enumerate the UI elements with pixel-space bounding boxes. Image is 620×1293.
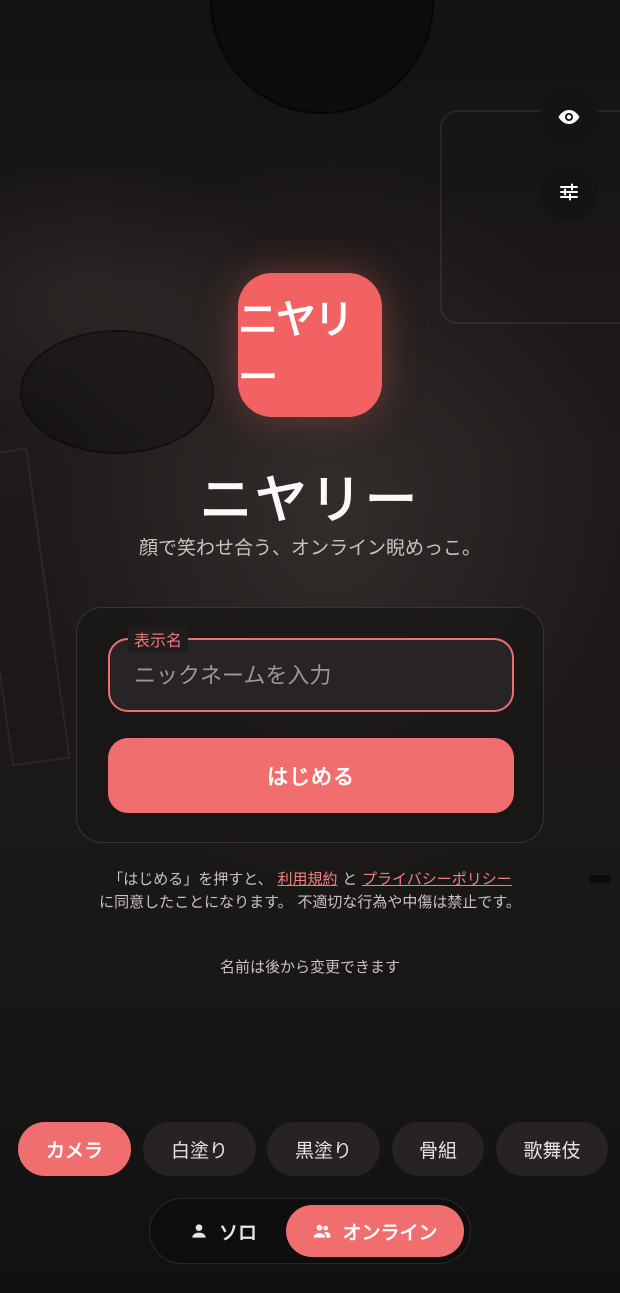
- filter-chip-black-paint[interactable]: 黒塗り: [267, 1122, 380, 1176]
- online-mode-button[interactable]: オンライン: [286, 1205, 464, 1257]
- display-name-input[interactable]: [132, 640, 496, 712]
- display-name-field[interactable]: 表示名: [108, 627, 514, 712]
- terms-and: と: [342, 870, 358, 888]
- app-tagline: 顔で笑わせ合う、オンライン睨めっこ。: [138, 537, 481, 559]
- background-shape: [590, 875, 610, 883]
- app-logo: ニヤリー: [238, 273, 382, 417]
- group-icon: [314, 1224, 331, 1238]
- sliders-icon: [560, 183, 578, 201]
- terms-of-service-link[interactable]: 利用規約: [277, 870, 337, 888]
- online-mode-label: オンライン: [342, 1221, 438, 1244]
- person-icon: [192, 1224, 206, 1238]
- filter-selector: カメラ 白塗り 黒塗り 骨組 歌舞伎: [0, 1122, 620, 1176]
- filter-chip-camera[interactable]: カメラ: [18, 1122, 131, 1176]
- background-shape: [210, 0, 434, 114]
- eye-icon: [558, 110, 580, 124]
- filter-chip-skeleton[interactable]: 骨組: [392, 1122, 484, 1176]
- mode-switch: ソロ オンライン: [149, 1198, 471, 1264]
- background-shape: [20, 330, 214, 454]
- login-card: 表示名 はじめる: [76, 607, 544, 843]
- preview-toggle-button[interactable]: [540, 88, 598, 146]
- solo-mode-label: ソロ: [218, 1221, 257, 1244]
- filter-chip-kabuki[interactable]: 歌舞伎: [496, 1122, 608, 1176]
- terms-prefix: 「はじめる」を押すと、: [108, 870, 273, 888]
- filter-chip-white-paint[interactable]: 白塗り: [143, 1122, 256, 1176]
- logo-text: ニヤリー: [238, 297, 354, 401]
- privacy-policy-link[interactable]: プライバシーポリシー: [362, 870, 512, 888]
- start-button[interactable]: はじめる: [108, 738, 514, 813]
- background-shape: [440, 110, 620, 324]
- name-change-note: 名前は後から変更できます: [219, 958, 400, 976]
- terms-suffix: に同意したことになります。 不適切な行為や中傷は禁止です。: [99, 893, 521, 911]
- solo-mode-button[interactable]: ソロ: [160, 1205, 286, 1257]
- app-title: ニヤリー: [199, 471, 420, 531]
- settings-button[interactable]: [540, 163, 598, 221]
- terms-notice: 「はじめる」を押すと、 利用規約 と プライバシーポリシー に同意したことになり…: [70, 868, 550, 914]
